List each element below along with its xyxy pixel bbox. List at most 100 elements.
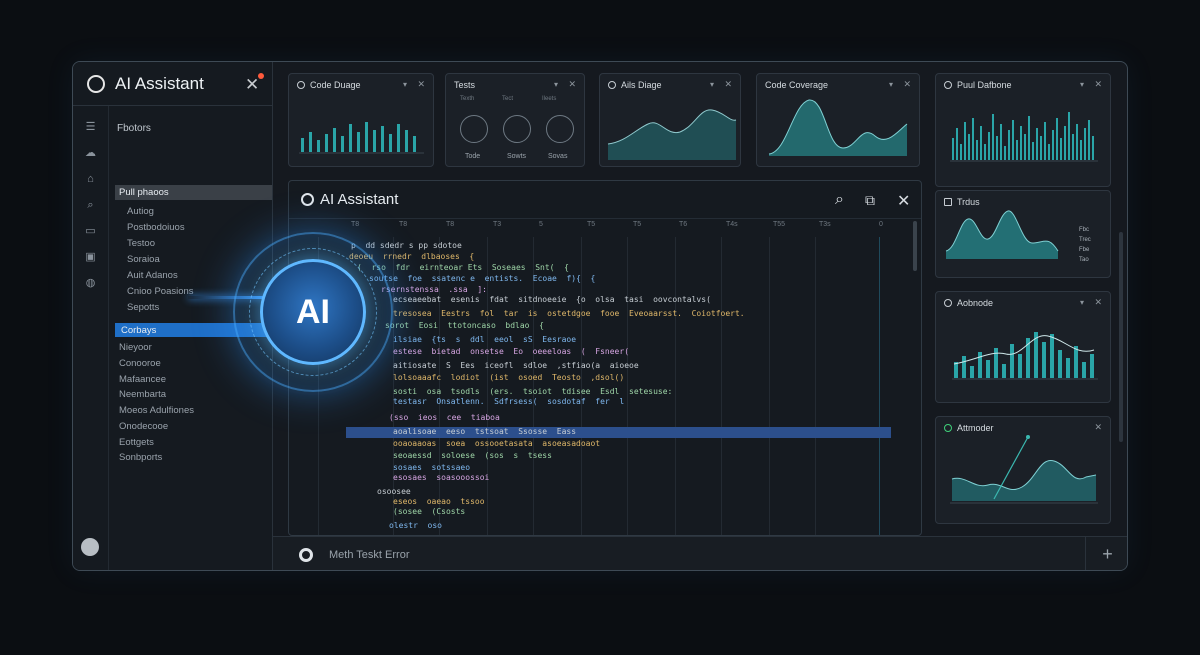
tree-item[interactable]: Cnioo Poasions bbox=[127, 286, 194, 297]
add-button[interactable]: + bbox=[1085, 537, 1127, 570]
tree-item[interactable]: Conooroe bbox=[119, 358, 161, 369]
area bbox=[608, 109, 736, 160]
activity-rail: ☰ ☁ ⌂ ⌕ ▭ ▣ ◍ bbox=[73, 106, 109, 570]
panel-title: AI Assistant bbox=[320, 191, 399, 208]
chevron-down-icon[interactable]: ▾ bbox=[554, 80, 558, 89]
tests-top-label: Ileets bbox=[542, 96, 557, 102]
tests-label: Sowts bbox=[507, 153, 527, 160]
card-aobnode[interactable]: Aobnode ▾ ✕ bbox=[935, 291, 1111, 403]
card-code-usage[interactable]: Code Duage ▾ ✕ bbox=[288, 73, 434, 167]
window-icon[interactable]: ▭ bbox=[84, 226, 97, 237]
card-code-coverage[interactable]: Code Coverage ▾ ✕ bbox=[756, 73, 920, 167]
close-icon[interactable]: ✕ bbox=[568, 79, 576, 90]
bar bbox=[333, 128, 336, 152]
notification-dot bbox=[258, 73, 264, 79]
pull-data-chart bbox=[950, 112, 1098, 162]
search-icon[interactable]: ⌕ bbox=[835, 191, 844, 209]
tree-item[interactable]: Moeos Adulfiones bbox=[119, 405, 194, 416]
bar bbox=[994, 348, 998, 378]
ruler-tick: T8 bbox=[351, 221, 360, 228]
close-icon[interactable]: ✕ bbox=[897, 191, 910, 211]
tree-header: Fbotors bbox=[117, 123, 151, 134]
card-tests[interactable]: Tests ▾ ✕ Texth Tect Ileets Tode Sowts S… bbox=[445, 73, 585, 167]
ruler-tick: 5 bbox=[539, 221, 543, 228]
tree-item[interactable]: Postbodoiuos bbox=[127, 222, 185, 233]
tree-item[interactable]: Soraioa bbox=[127, 254, 160, 265]
bar bbox=[397, 124, 400, 152]
github-icon[interactable] bbox=[81, 538, 99, 556]
tree-item[interactable]: Neembarta bbox=[119, 389, 166, 400]
code-line: aitiosate S Ees iceofl sdloe ,stfiao(a a… bbox=[393, 361, 639, 370]
cloud-icon[interactable]: ☁ bbox=[84, 148, 97, 159]
trend-line bbox=[953, 335, 1095, 365]
sidebar-header: AI Assistant bbox=[73, 62, 272, 106]
bar bbox=[978, 352, 982, 378]
ruler-tick: T55 bbox=[773, 221, 786, 228]
bar bbox=[976, 140, 978, 160]
tree-item[interactable]: Autiog bbox=[127, 206, 154, 217]
close-icon[interactable]: ✕ bbox=[245, 75, 259, 95]
tree-item[interactable]: Mafaancee bbox=[119, 374, 166, 385]
code-line: estese bietad onsetse Eo oeeeloas ( Fsne… bbox=[393, 347, 630, 356]
code-line: sosti osa tsodls (ers. tsoiot tdisee Esd… bbox=[393, 387, 673, 396]
home-icon[interactable]: ⌂ bbox=[84, 174, 97, 185]
bar bbox=[373, 130, 376, 152]
test-suite-icon[interactable] bbox=[503, 115, 531, 143]
editor-scrollbar[interactable] bbox=[913, 221, 917, 271]
bar bbox=[1074, 346, 1078, 378]
bar bbox=[952, 138, 954, 160]
ruler-tick: T8 bbox=[446, 221, 455, 228]
tree-item[interactable]: Nieyoor bbox=[119, 342, 152, 353]
prompt-input[interactable]: Meth Teskt Error bbox=[329, 549, 410, 561]
bar bbox=[1040, 136, 1042, 160]
settings-icon[interactable]: ◍ bbox=[84, 278, 97, 289]
legend-item: Trec bbox=[1079, 237, 1091, 243]
card-ai-usage[interactable]: Ails Diage ▾ ✕ bbox=[599, 73, 741, 167]
bar bbox=[357, 132, 360, 152]
trdus-legend: Fbc Trec Fbe Tao bbox=[1079, 225, 1091, 265]
bar bbox=[1056, 118, 1058, 160]
tree-item[interactable]: Corbays bbox=[121, 325, 156, 336]
ruler-tick: T5 bbox=[587, 221, 596, 228]
card-attmoder[interactable]: Attmoder ✕ bbox=[935, 416, 1111, 524]
bar bbox=[405, 130, 408, 152]
bar bbox=[1082, 362, 1086, 378]
tree-item[interactable]: Onodecooe bbox=[119, 421, 168, 432]
bar bbox=[1016, 140, 1018, 160]
code-line: tresosea Eestrs fol tar is ostetdgoe foo… bbox=[393, 309, 745, 318]
new-window-icon[interactable]: ⧉ bbox=[865, 192, 875, 209]
tree-item[interactable]: Testoo bbox=[127, 238, 155, 249]
main-scrollbar[interactable] bbox=[1119, 232, 1123, 442]
bar bbox=[1000, 124, 1002, 160]
card-trdus[interactable]: Trdus Fbc Trec Fbe Tao bbox=[935, 190, 1111, 278]
bar bbox=[972, 118, 974, 160]
tree-item[interactable]: Sonbports bbox=[119, 452, 162, 463]
test-run-icon[interactable] bbox=[546, 115, 574, 143]
test-report-icon[interactable] bbox=[460, 115, 488, 143]
code-line: rsernstenssa .ssa ]: bbox=[381, 285, 487, 294]
bar bbox=[970, 366, 974, 378]
ruler-tick: T6 bbox=[679, 221, 688, 228]
record-icon[interactable] bbox=[299, 548, 313, 562]
code-line: p dd sdedr s pp sdotoe bbox=[351, 241, 462, 250]
card-pull-data[interactable]: Puul Dafbone ▾ ✕ bbox=[935, 73, 1111, 187]
bar bbox=[413, 136, 416, 152]
tree-item[interactable]: Pull phaoos bbox=[119, 187, 169, 198]
code-line: soutse foe ssatenc e entists. Ecoae f){ … bbox=[369, 274, 596, 283]
tree-item[interactable]: Sepotts bbox=[127, 302, 159, 313]
list-icon[interactable]: ☰ bbox=[84, 122, 97, 133]
ai-assistant-panel: AI Assistant ⌕ ⧉ ✕ T8 T8 T8 T3 5 T5 T5 T… bbox=[288, 180, 922, 536]
bar bbox=[1012, 120, 1014, 160]
tree-item[interactable]: Auit Adanos bbox=[127, 270, 178, 281]
ai-badge[interactable]: AI bbox=[260, 259, 366, 365]
code-line: eseos oaeao tssoo bbox=[393, 497, 485, 506]
package-icon[interactable]: ▣ bbox=[84, 252, 97, 263]
bar bbox=[992, 114, 994, 160]
column-ruler: T8 T8 T8 T3 5 T5 T5 T6 T4s T55 T3s 0 bbox=[289, 221, 921, 235]
code-coverage-chart bbox=[768, 99, 908, 156]
search-icon[interactable]: ⌕ bbox=[84, 200, 97, 211]
panel-header: AI Assistant bbox=[289, 181, 921, 219]
bar bbox=[1072, 134, 1074, 160]
tree-item[interactable]: Eottgets bbox=[119, 437, 154, 448]
bar bbox=[1010, 344, 1014, 378]
